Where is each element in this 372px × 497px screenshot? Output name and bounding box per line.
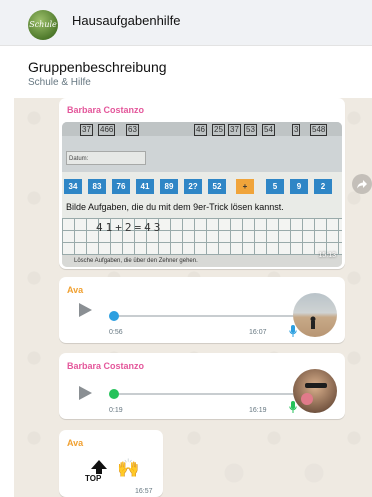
emoji-message[interactable]: Ava TOP 🙌 16:57: [59, 430, 163, 497]
worksheet-number: 54: [262, 124, 275, 136]
play-icon[interactable]: [79, 386, 92, 400]
audio-duration: 0:56: [109, 329, 123, 336]
worksheet-number: 3: [292, 124, 301, 136]
group-avatar-text: Schule: [29, 20, 57, 29]
number-box: 2?: [184, 179, 202, 194]
number-box: 2: [314, 179, 332, 194]
worksheet-number: 46: [194, 124, 207, 136]
worksheet-task-text: Bilde Aufgaben, die du mit dem 9er-Trick…: [66, 202, 284, 212]
worksheet-number: 37: [228, 124, 241, 136]
message-time: 16:19: [249, 407, 267, 414]
audio-progress-track[interactable]: [114, 315, 294, 317]
worksheet-number: 548: [310, 124, 328, 136]
message-time: 16:07: [249, 329, 267, 336]
worksheet-handwriting: 41+2=43: [96, 221, 164, 234]
number-box-highlighted: +: [236, 179, 254, 194]
sender-avatar[interactable]: [293, 293, 337, 337]
audio-duration: 0:19: [109, 407, 123, 414]
worksheet-bottom-text: Lösche Aufgaben, die über den Zehner geh…: [62, 255, 342, 267]
microphone-icon: [289, 325, 297, 337]
sender-avatar[interactable]: [293, 369, 337, 413]
chat-title[interactable]: Hausaufgabenhilfe: [72, 13, 180, 28]
number-box: 89: [160, 179, 178, 194]
worksheet-date-field: Datum:: [66, 151, 146, 165]
audio-progress-handle[interactable]: [109, 389, 119, 399]
number-box: 9: [290, 179, 308, 194]
message-sender[interactable]: Barbara Costanzo: [67, 105, 144, 115]
number-box: 5: [266, 179, 284, 194]
group-description-panel: Gruppenbeschreibung Schule & Hilfe: [0, 46, 372, 98]
image-message[interactable]: Barbara Costanzo 37 466 63 46 25 37 53 5…: [59, 98, 345, 269]
number-box: 76: [112, 179, 130, 194]
microphone-icon: [289, 401, 297, 413]
message-sender[interactable]: Barbara Costanzo: [67, 361, 144, 371]
message-time: 16:57: [135, 488, 153, 495]
group-description-title: Gruppenbeschreibung: [28, 59, 167, 75]
number-box: 52: [208, 179, 226, 194]
voice-message[interactable]: Barbara Costanzo 0:19 16:19: [59, 353, 345, 419]
number-box: 83: [88, 179, 106, 194]
number-box: 41: [136, 179, 154, 194]
chat-header[interactable]: Schule Hausaufgabenhilfe: [0, 0, 372, 46]
worksheet-number: 63: [126, 124, 139, 136]
audio-progress-handle[interactable]: [109, 311, 119, 321]
message-sender[interactable]: Ava: [67, 438, 83, 448]
play-icon[interactable]: [79, 303, 92, 317]
worksheet-number: 53: [244, 124, 257, 136]
number-box: 34: [64, 179, 82, 194]
worksheet-number: 466: [98, 124, 116, 136]
worksheet-number: 25: [212, 124, 225, 136]
message-time: 15:13: [318, 252, 336, 259]
top-emoji-label: TOP: [85, 474, 102, 483]
group-avatar[interactable]: Schule: [28, 10, 58, 40]
top-emoji: TOP: [85, 460, 109, 487]
group-description-text: Schule & Hilfe: [28, 77, 91, 88]
worksheet-image[interactable]: 37 466 63 46 25 37 53 54 3 548 Datum: 34…: [62, 122, 342, 267]
worksheet-number: 37: [80, 124, 93, 136]
audio-progress-track[interactable]: [114, 393, 294, 395]
raising-hands-emoji: 🙌: [117, 458, 140, 478]
message-sender[interactable]: Ava: [67, 285, 83, 295]
share-icon[interactable]: [352, 174, 372, 194]
voice-message[interactable]: Ava 0:56 16:07: [59, 277, 345, 343]
worksheet-number-strip: 37 466 63 46 25 37 53 54 3 548: [62, 122, 342, 136]
